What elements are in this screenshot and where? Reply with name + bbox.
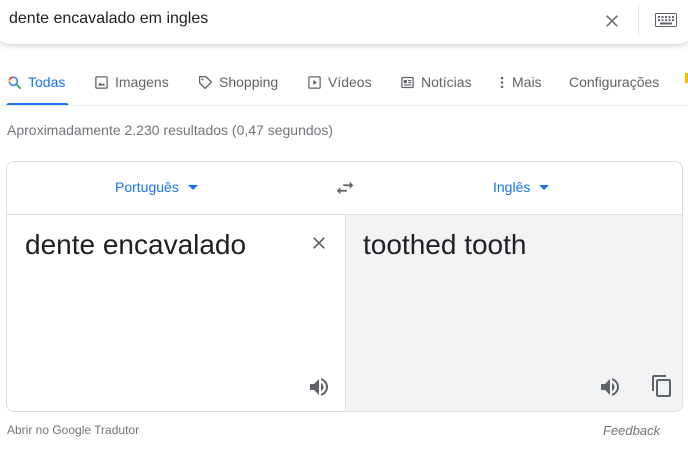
tab-label: Imagens bbox=[115, 74, 169, 90]
image-icon bbox=[95, 75, 108, 89]
copy-icon[interactable] bbox=[650, 374, 674, 398]
close-icon[interactable] bbox=[309, 233, 329, 253]
tab-configuracoes[interactable]: Configurações bbox=[569, 72, 659, 92]
close-icon[interactable] bbox=[602, 11, 622, 31]
source-language-label: Português bbox=[115, 179, 179, 195]
tab-label: Vídeos bbox=[328, 74, 372, 90]
tab-imagens[interactable]: Imagens bbox=[94, 72, 169, 92]
source-pane[interactable]: dente encavalado bbox=[7, 215, 345, 411]
search-input[interactable]: dente encavalado em ingles bbox=[9, 10, 208, 28]
speaker-icon[interactable] bbox=[307, 375, 331, 399]
search-tabs: Todas Imagens Shopping Vídeos Notícias M… bbox=[0, 56, 688, 106]
result-stats: Aproximadamente 2.230 resultados (0,47 s… bbox=[7, 122, 334, 138]
tabs-divider bbox=[0, 105, 688, 106]
keyboard-icon[interactable] bbox=[655, 13, 677, 27]
tab-label: Todas bbox=[28, 74, 66, 90]
tab-label: Configurações bbox=[569, 74, 660, 90]
feedback-link[interactable]: Feedback bbox=[603, 423, 660, 438]
tag-icon bbox=[199, 75, 212, 89]
tab-shopping[interactable]: Shopping bbox=[198, 72, 278, 92]
tab-label: Shopping bbox=[219, 74, 279, 90]
news-icon bbox=[401, 76, 414, 88]
tab-label: Mais bbox=[512, 74, 542, 90]
search-bar[interactable]: dente encavalado em ingles bbox=[0, 0, 688, 45]
target-language-label: Inglês bbox=[493, 179, 531, 195]
chevron-down-icon bbox=[539, 184, 550, 190]
tab-videos[interactable]: Vídeos bbox=[307, 72, 372, 92]
search-icon bbox=[8, 75, 22, 89]
source-language-select[interactable]: Português bbox=[115, 179, 198, 195]
tab-label: Notícias bbox=[421, 74, 472, 90]
open-in-translate-link[interactable]: Abrir no Google Tradutor bbox=[7, 423, 139, 437]
speaker-icon[interactable] bbox=[598, 375, 622, 399]
more-vert-icon bbox=[500, 76, 504, 88]
translated-text: toothed tooth bbox=[363, 229, 527, 260]
tab-todas[interactable]: Todas bbox=[7, 72, 65, 92]
translator-card: Português Inglês dente encavalado toothe… bbox=[6, 161, 683, 412]
tab-noticias[interactable]: Notícias bbox=[400, 72, 472, 92]
language-row: Português Inglês bbox=[7, 162, 682, 215]
search-divider bbox=[638, 5, 639, 35]
play-icon bbox=[308, 75, 321, 89]
chevron-down-icon bbox=[187, 184, 198, 190]
target-pane: toothed tooth bbox=[345, 215, 682, 411]
source-text-input[interactable]: dente encavalado bbox=[25, 229, 246, 261]
target-language-select[interactable]: Inglês bbox=[493, 179, 550, 195]
tab-mais[interactable]: Mais bbox=[498, 72, 542, 92]
swap-languages-icon[interactable] bbox=[334, 177, 356, 199]
